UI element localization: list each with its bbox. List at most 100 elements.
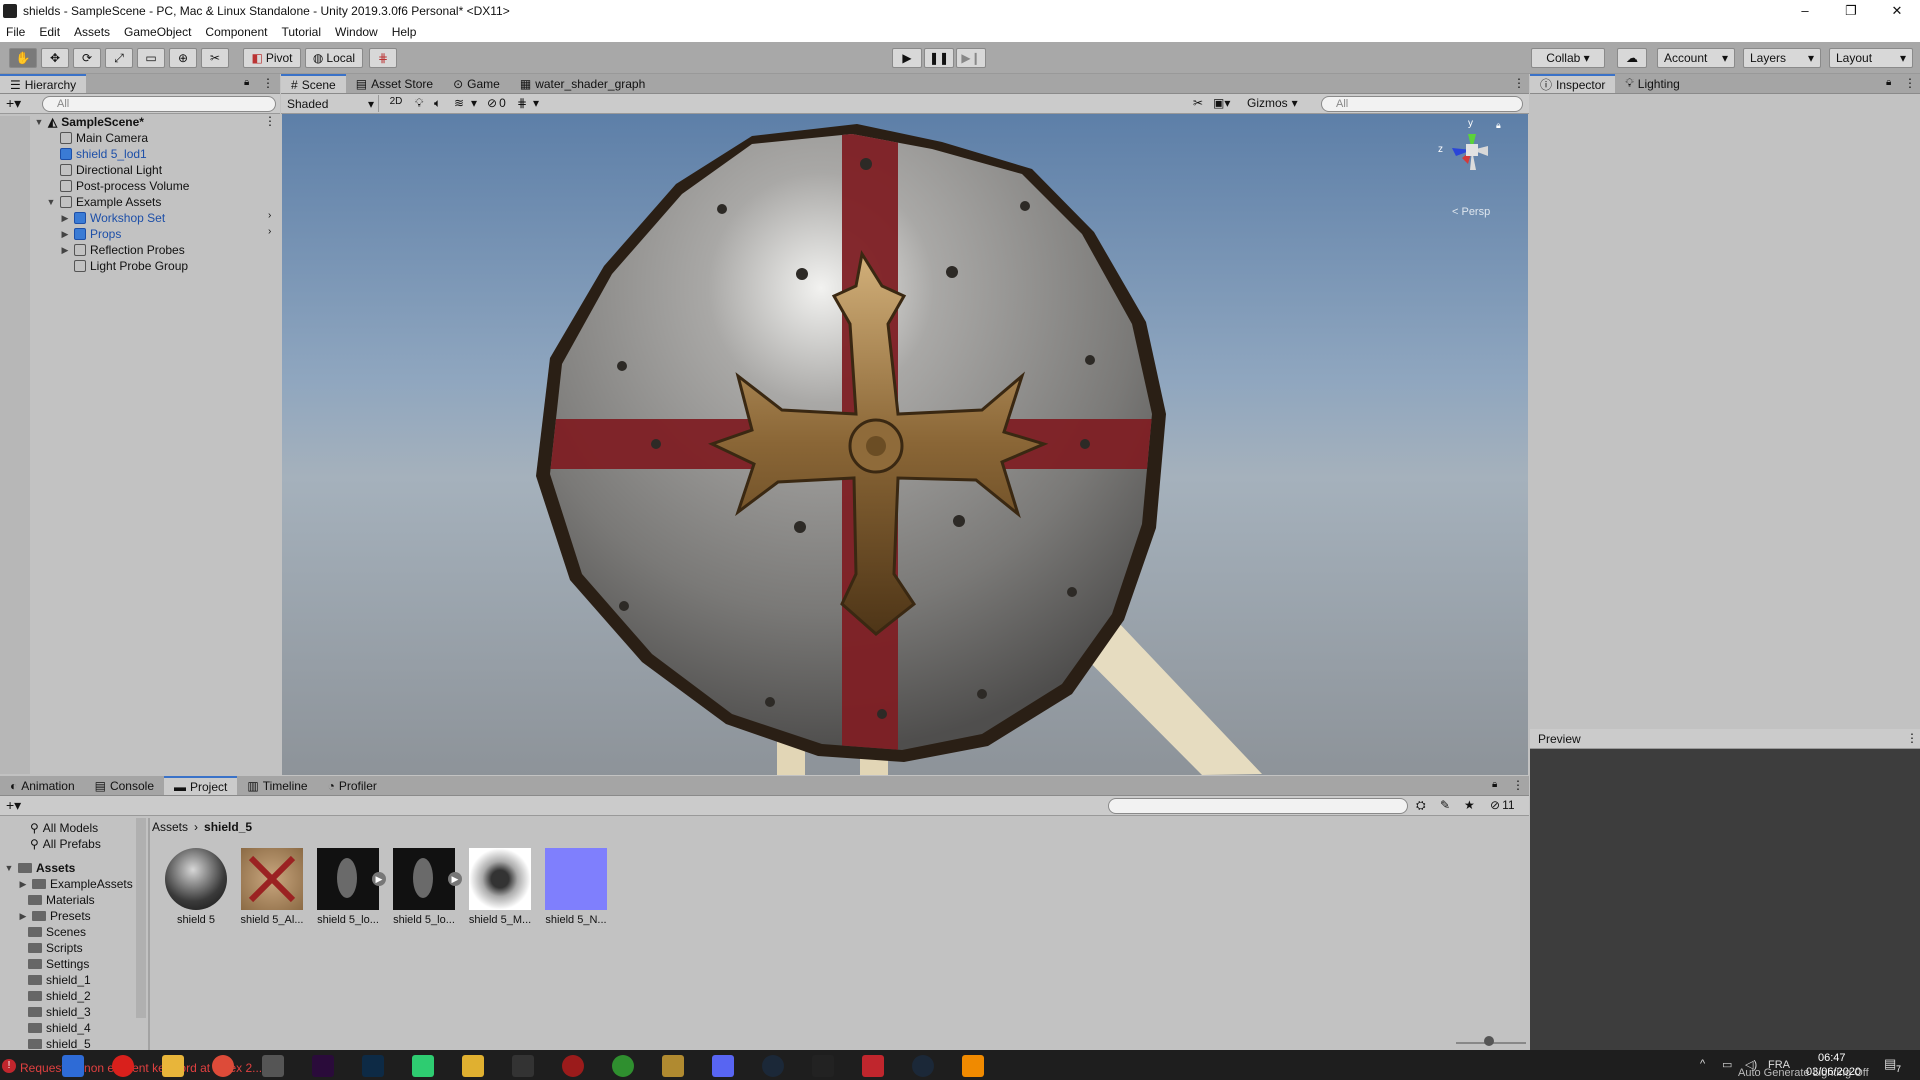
- premiere-icon[interactable]: [312, 1055, 334, 1077]
- hierarchy-item[interactable]: Directional Light: [60, 162, 162, 178]
- menu-component[interactable]: Component: [205, 25, 267, 39]
- step-button[interactable]: ▶❙: [956, 48, 986, 68]
- project-search-input[interactable]: [1108, 798, 1408, 814]
- expand-asset-icon[interactable]: ▶: [448, 872, 462, 886]
- hierarchy-item[interactable]: ▶ Reflection Probes: [60, 242, 185, 258]
- asset-thumb-normal[interactable]: [545, 848, 607, 910]
- collapse-arrow-icon[interactable]: ▶: [18, 911, 28, 922]
- vlc-icon[interactable]: [962, 1055, 984, 1077]
- folder-item[interactable]: Materials: [28, 892, 95, 908]
- hierarchy-item[interactable]: shield 5_lod1: [60, 146, 147, 162]
- breadcrumb-root[interactable]: Assets: [152, 820, 188, 834]
- asset-thumb-lod0[interactable]: [317, 848, 379, 910]
- move-tool-button[interactable]: ✥: [41, 48, 69, 68]
- camera-icon[interactable]: ▣▾: [1213, 96, 1230, 110]
- tab-inspector[interactable]: ⓘ Inspector: [1530, 74, 1616, 93]
- opera-icon[interactable]: [112, 1055, 134, 1077]
- clock-date[interactable]: 03/06/2020: [1806, 1066, 1861, 1078]
- splitter[interactable]: [148, 818, 150, 1050]
- folder-item[interactable]: ▶ Presets: [18, 908, 91, 924]
- chevron-down-icon[interactable]: ▾: [533, 96, 539, 110]
- app-icon[interactable]: [862, 1055, 884, 1077]
- menu-gameobject[interactable]: GameObject: [124, 25, 191, 39]
- expand-arrow-icon[interactable]: ▼: [34, 117, 44, 127]
- hidden-objects-toggle[interactable]: ⊘ 0: [487, 96, 506, 110]
- file-explorer-icon[interactable]: [162, 1055, 184, 1077]
- folder-item[interactable]: shield_4: [28, 1020, 91, 1036]
- asset-thumb-metallic[interactable]: [469, 848, 531, 910]
- axis-gizmo[interactable]: y z 🔒︎: [1432, 118, 1512, 206]
- pivot-toggle[interactable]: ◧ Pivot: [243, 48, 301, 68]
- gizmos-dropdown[interactable]: Gizmos ▾: [1247, 96, 1298, 110]
- favorite-all-prefabs[interactable]: ⚲ All Prefabs: [30, 836, 101, 852]
- systray-chevron-icon[interactable]: ^: [1700, 1058, 1705, 1070]
- league-icon[interactable]: [662, 1055, 684, 1077]
- hidden-packages-toggle[interactable]: ⊘ 11: [1490, 798, 1515, 812]
- maximize-button[interactable]: ❐: [1828, 0, 1874, 22]
- hierarchy-item[interactable]: Light Probe Group: [74, 258, 188, 274]
- layers-dropdown[interactable]: Layers ▾: [1743, 48, 1821, 68]
- tab-asset-store[interactable]: ▤ Asset Store: [346, 74, 443, 93]
- scene-menu-icon[interactable]: ⋮: [264, 114, 276, 128]
- collapse-arrow-icon[interactable]: ▶: [60, 229, 70, 240]
- kebab-menu-icon[interactable]: ⋮: [1513, 76, 1525, 90]
- lock-icon[interactable]: 🔒︎: [1886, 77, 1891, 88]
- epic-games-icon[interactable]: [812, 1055, 834, 1077]
- create-asset-button[interactable]: +▾: [6, 797, 21, 814]
- steam-icon[interactable]: [912, 1055, 934, 1077]
- favorite-star-icon[interactable]: ★: [1464, 798, 1475, 812]
- folder-item[interactable]: shield_1: [28, 972, 91, 988]
- photoshop-icon[interactable]: [362, 1055, 384, 1077]
- lock-icon[interactable]: 🔒︎: [244, 77, 249, 88]
- unity-icon[interactable]: [512, 1055, 534, 1077]
- hierarchy-item[interactable]: ▶ Props: [60, 226, 122, 242]
- lighting-toggle-icon[interactable]: 💡︎: [415, 96, 423, 111]
- asset-thumb-lod1[interactable]: [393, 848, 455, 910]
- chrome-icon[interactable]: [212, 1055, 234, 1077]
- tab-profiler[interactable]: ◔ Profiler: [318, 776, 387, 795]
- chevron-right-icon[interactable]: ›: [268, 226, 271, 237]
- expand-arrow-icon[interactable]: ▼: [4, 863, 14, 873]
- network-icon[interactable]: ▭: [1722, 1058, 1732, 1071]
- kebab-menu-icon[interactable]: ⋮: [1906, 731, 1918, 745]
- folder-item[interactable]: shield_2: [28, 988, 91, 1004]
- search-taskbar-icon[interactable]: [62, 1055, 84, 1077]
- play-button[interactable]: ▶: [892, 48, 922, 68]
- breadcrumb-current[interactable]: shield_5: [204, 820, 252, 834]
- folder-item[interactable]: Settings: [28, 956, 89, 972]
- 2d-toggle[interactable]: 2D: [385, 96, 407, 107]
- local-toggle[interactable]: ◍ Local: [305, 48, 363, 68]
- effects-toggle-icon[interactable]: ≋: [454, 96, 464, 110]
- cloud-button[interactable]: ☁: [1617, 48, 1647, 68]
- tab-project[interactable]: ▬ Project: [164, 776, 238, 795]
- mudbox-icon[interactable]: [462, 1055, 484, 1077]
- tab-hierarchy[interactable]: ☰ Hierarchy: [0, 74, 87, 93]
- clock-time[interactable]: 06:47: [1818, 1052, 1846, 1064]
- rotate-tool-button[interactable]: ⟳: [73, 48, 101, 68]
- gizmo-lock-icon[interactable]: 🔒︎: [1496, 120, 1501, 131]
- tab-water-shader-graph[interactable]: ▦ water_shader_graph: [510, 74, 655, 93]
- tab-animation[interactable]: ◐ Animation: [0, 776, 85, 795]
- tab-scene[interactable]: # Scene: [281, 74, 346, 93]
- account-dropdown[interactable]: Account ▾: [1657, 48, 1735, 68]
- notifications-button[interactable]: ▤ 7: [1884, 1056, 1904, 1074]
- thumbnail-size-slider-handle[interactable]: [1484, 1036, 1494, 1046]
- tab-timeline[interactable]: ▥ Timeline: [237, 776, 317, 795]
- menu-window[interactable]: Window: [335, 25, 378, 39]
- snap-button[interactable]: ⋕: [369, 48, 397, 68]
- kebab-menu-icon[interactable]: ⋮: [1904, 76, 1916, 90]
- folder-item[interactable]: ▶ ExampleAssets: [18, 876, 133, 892]
- add-object-button[interactable]: +▾: [6, 95, 21, 112]
- grid-toggle-icon[interactable]: ⋕: [517, 96, 527, 110]
- audio-toggle-icon[interactable]: 🔈︎: [434, 96, 441, 111]
- minimize-button[interactable]: –: [1782, 0, 1828, 22]
- obs-icon[interactable]: [262, 1055, 284, 1077]
- shading-mode-dropdown[interactable]: Shaded ▾: [283, 95, 379, 112]
- tab-lighting[interactable]: 💡︎ Lighting: [1615, 74, 1689, 93]
- menu-assets[interactable]: Assets: [74, 25, 110, 39]
- xbox-icon[interactable]: [612, 1055, 634, 1077]
- favorite-all-models[interactable]: ⚲ All Models: [30, 820, 98, 836]
- expand-asset-icon[interactable]: ▶: [372, 872, 386, 886]
- search-by-type-icon[interactable]: ⛭: [1416, 798, 1426, 813]
- scale-tool-button[interactable]: ⤢: [105, 48, 133, 68]
